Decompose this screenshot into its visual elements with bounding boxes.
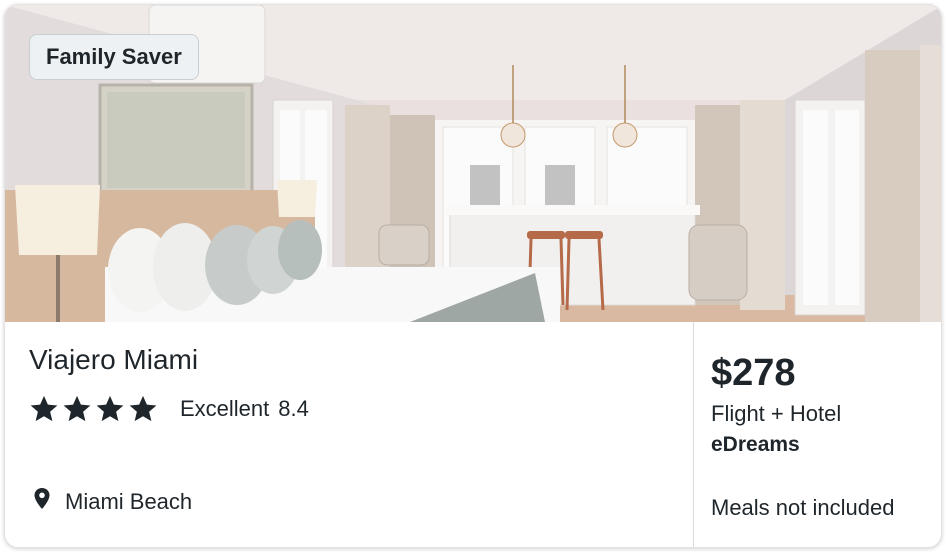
hotel-result-card[interactable]: Family Saver Viajero Miami Excellent 8.4… xyxy=(4,4,942,548)
provider-name: eDreams xyxy=(711,433,800,456)
price-panel[interactable]: $278 Flight + Hotel eDreams Meals not in… xyxy=(694,322,941,547)
location-pin-icon xyxy=(34,488,50,509)
rating-row: Excellent 8.4 xyxy=(29,394,309,424)
meals-info: Meals not included xyxy=(711,495,895,520)
hotel-name[interactable]: Viajero Miami xyxy=(29,344,198,376)
hotel-info: Viajero Miami Excellent 8.4 Miami Beach xyxy=(5,322,693,547)
star-icon xyxy=(63,395,91,422)
star-icon xyxy=(30,395,58,422)
rating-score: 8.4 xyxy=(278,396,309,421)
price: $278 xyxy=(711,352,796,394)
star-rating xyxy=(29,394,158,424)
package-type: Flight + Hotel xyxy=(711,401,842,426)
star-icon xyxy=(129,395,157,422)
rating-label: Excellent xyxy=(180,396,270,421)
deal-badge: Family Saver xyxy=(29,34,199,80)
star-icon xyxy=(96,395,124,422)
location-row: Miami Beach xyxy=(33,488,193,515)
location-text: Miami Beach xyxy=(65,489,193,514)
